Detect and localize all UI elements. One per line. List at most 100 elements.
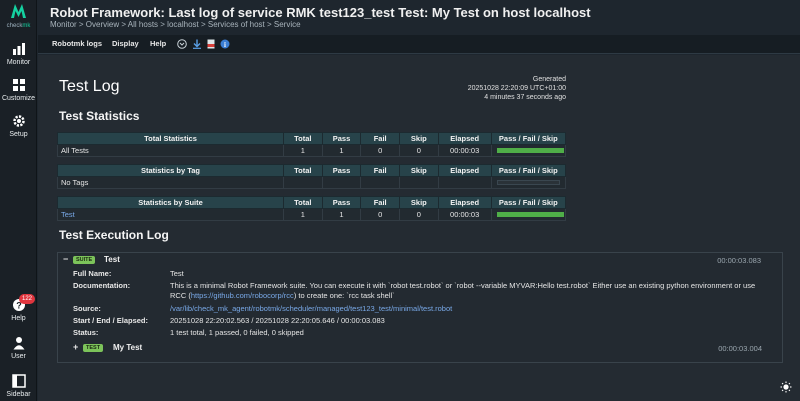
- status-key: Status:: [73, 328, 99, 337]
- row-skip: [399, 176, 439, 189]
- sidebar: checkmk Monitor Customize Setup ? 122 He…: [0, 0, 37, 401]
- row-graph: [490, 144, 567, 157]
- menu-help[interactable]: Help: [150, 39, 166, 48]
- menu-display[interactable]: Display: [112, 39, 139, 48]
- expand-toggle[interactable]: +: [73, 342, 78, 352]
- user-icon: [13, 337, 24, 350]
- statistics-title: Test Statistics: [59, 109, 140, 123]
- col-elapsed[interactable]: Elapsed: [437, 164, 492, 177]
- test-name: My Test: [113, 343, 143, 352]
- menu-robotmk-logs[interactable]: Robotmk logs: [52, 39, 102, 48]
- svg-text:i: i: [224, 41, 226, 49]
- suite-elapsed: 00:00:03.083: [717, 256, 761, 265]
- documentation-line-1: This is a minimal Robot Framework suite.…: [170, 281, 756, 290]
- row-elapsed: [437, 176, 492, 189]
- nav-sidebar-label: Sidebar: [6, 391, 31, 398]
- test-item[interactable]: + TEST My Test 00:00:03.004: [63, 341, 777, 355]
- checkmk-logo[interactable]: checkmk: [0, 0, 37, 36]
- row-graph: [490, 176, 567, 189]
- download-icon[interactable]: [192, 39, 202, 49]
- col-pass[interactable]: Pass: [321, 164, 362, 177]
- collapse-toggle[interactable]: −: [63, 254, 68, 264]
- pass-bar: [496, 148, 564, 153]
- col-total[interactable]: Total: [283, 132, 323, 145]
- col-fail[interactable]: Fail: [360, 132, 401, 145]
- col-pass[interactable]: Pass: [321, 132, 362, 145]
- tag-statistics-header[interactable]: Statistics by Tag: [57, 164, 284, 177]
- log-content: Test Log Generated 20251028 22:20:09 UTC…: [38, 55, 800, 401]
- col-pass[interactable]: Pass: [321, 196, 362, 209]
- nav-user-label: User: [11, 353, 26, 360]
- documentation-value: This is a minimal Robot Framework suite.…: [170, 281, 782, 301]
- suite-statistics-header[interactable]: Statistics by Suite: [57, 196, 284, 209]
- col-total[interactable]: Total: [283, 164, 323, 177]
- suite-link[interactable]: Test: [57, 208, 284, 221]
- breadcrumb[interactable]: Monitor > Overview > All hosts > localho…: [50, 20, 301, 29]
- help-badge: 122: [19, 294, 36, 304]
- page-menu-bar: Robotmk logs Display Help i: [38, 35, 800, 54]
- row-skip: 0: [399, 144, 439, 157]
- customize-icon: [12, 79, 25, 91]
- suite-statistics-table: Statistics by Suite Total Pass Fail Skip…: [57, 196, 567, 221]
- suite-badge: SUITE: [73, 256, 96, 264]
- nav-customize-label: Customize: [1, 95, 36, 102]
- documentation-key: Documentation:: [73, 281, 131, 290]
- nav-setup[interactable]: Setup: [0, 114, 37, 138]
- generated-ago: 4 minutes 37 seconds ago: [484, 94, 566, 101]
- source-link[interactable]: /var/lib/check_mk_agent/robotmk/schedule…: [170, 304, 452, 314]
- col-fail[interactable]: Fail: [360, 196, 401, 209]
- row-pass: [321, 176, 362, 189]
- table-row[interactable]: Test 1 1 0 0 00:00:03: [57, 208, 567, 221]
- tag-statistics-table: Statistics by Tag Total Pass Fail Skip E…: [57, 164, 567, 189]
- col-skip[interactable]: Skip: [399, 196, 439, 209]
- nav-monitor[interactable]: Monitor: [0, 42, 37, 66]
- info-icon[interactable]: i: [220, 39, 230, 49]
- generated-info: Generated 20251028 22:20:09 UTC+01:00 4 …: [468, 75, 566, 102]
- doc-text-b: ) to create one: `rcc task shell`: [293, 291, 395, 300]
- suite-name: Test: [104, 255, 120, 264]
- row-total: 1: [283, 208, 323, 221]
- total-statistics-header[interactable]: Total Statistics: [57, 132, 284, 145]
- suite-header[interactable]: − SUITE Test 00:00:03.083: [58, 253, 782, 267]
- row-pass: 1: [321, 144, 362, 157]
- row-pass: 1: [321, 208, 362, 221]
- theme-toggle-icon[interactable]: [780, 381, 792, 393]
- nav-customize[interactable]: Customize: [0, 78, 37, 102]
- col-graph[interactable]: Pass / Fail / Skip: [490, 196, 567, 209]
- generated-label: Generated: [532, 76, 566, 83]
- full-name-value: Test: [170, 269, 184, 278]
- col-elapsed[interactable]: Elapsed: [437, 196, 492, 209]
- row-elapsed: 00:00:03: [437, 208, 492, 221]
- row-total: [283, 176, 323, 189]
- row-fail: [360, 176, 401, 189]
- row-elapsed: 00:00:03: [437, 144, 492, 157]
- col-skip[interactable]: Skip: [399, 132, 439, 145]
- execution-log: − SUITE Test 00:00:03.083 Full Name: Tes…: [57, 252, 783, 363]
- test-elapsed: 00:00:03.004: [718, 344, 762, 353]
- collapse-icon[interactable]: [177, 39, 187, 49]
- col-graph[interactable]: Pass / Fail / Skip: [490, 164, 567, 177]
- gear-icon: [12, 115, 25, 127]
- nav-help[interactable]: ? 122 Help: [0, 294, 37, 322]
- col-fail[interactable]: Fail: [360, 164, 401, 177]
- page-title: Robot Framework: Last log of service RMK…: [50, 5, 591, 20]
- table-row[interactable]: All Tests 1 1 0 0 00:00:03: [57, 144, 567, 157]
- nav-user[interactable]: User: [0, 336, 37, 360]
- col-elapsed[interactable]: Elapsed: [437, 132, 492, 145]
- source-key: Source:: [73, 304, 101, 313]
- empty-bar: [496, 180, 560, 185]
- doc-text-a: RCC (: [170, 291, 191, 300]
- col-total[interactable]: Total: [283, 196, 323, 209]
- start-end-value: 20251028 22:20:02.563 / 20251028 22:20:0…: [170, 316, 385, 325]
- table-row: No Tags: [57, 176, 567, 189]
- col-graph[interactable]: Pass / Fail / Skip: [490, 132, 567, 145]
- page-header: Robot Framework: Last log of service RMK…: [38, 0, 800, 35]
- rcc-link[interactable]: https://github.com/robocorp/rcc: [191, 291, 294, 300]
- pdf-icon[interactable]: [206, 39, 216, 49]
- nav-sidebar[interactable]: Sidebar: [0, 374, 37, 398]
- documentation-line-2: RCC (https://github.com/robocorp/rcc) to…: [170, 291, 782, 301]
- row-name: No Tags: [57, 176, 284, 189]
- col-skip[interactable]: Skip: [399, 164, 439, 177]
- row-fail: 0: [360, 144, 401, 157]
- sidebar-icon: [11, 374, 26, 388]
